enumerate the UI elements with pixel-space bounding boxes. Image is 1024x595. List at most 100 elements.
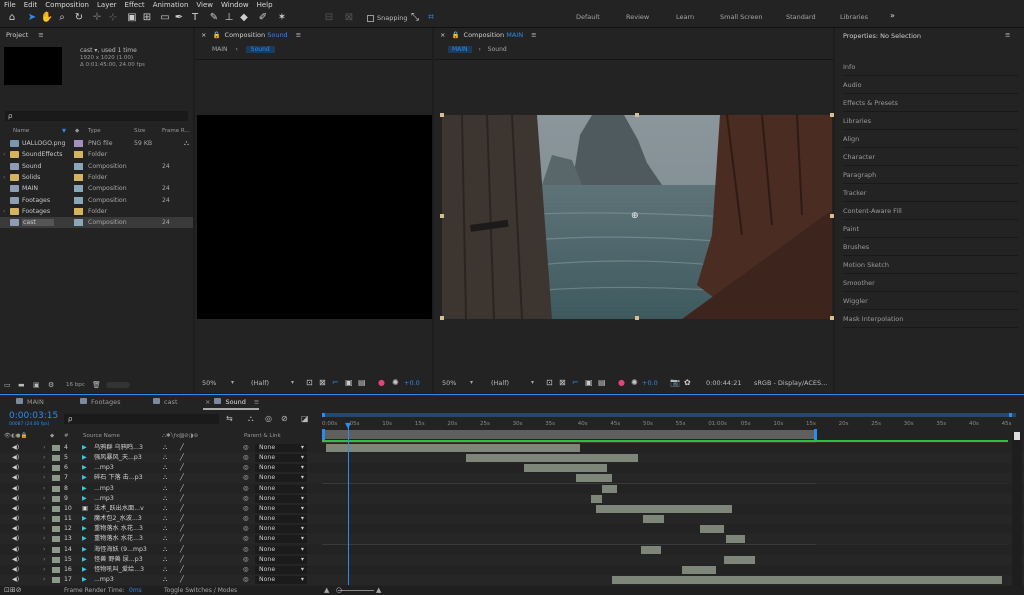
workspace-small-screen[interactable]: Small Screen xyxy=(720,13,762,21)
graph-editor-icon[interactable]: ◪ xyxy=(301,414,309,423)
anchor-tool-icon[interactable]: ✛ xyxy=(90,11,104,25)
label-swatch[interactable] xyxy=(52,475,60,482)
zoom-dropdown[interactable]: 50% xyxy=(202,379,216,387)
menu-item-effect[interactable]: Effect xyxy=(125,1,145,9)
orbit-tool-icon[interactable]: ⊞ xyxy=(140,11,154,25)
color-management-dropdown[interactable]: sRGB - Display/ACES... xyxy=(754,379,827,387)
comp-tab-name[interactable]: MAIN xyxy=(506,31,523,39)
property-libraries[interactable]: Libraries xyxy=(843,113,1018,130)
lock-icon[interactable]: 🔒 xyxy=(212,31,220,39)
mask-icon[interactable]: ⌐ xyxy=(572,378,579,387)
mask-icon[interactable]: ⌐ xyxy=(332,378,339,387)
expand-icon[interactable]: › xyxy=(43,473,45,483)
project-row[interactable]: UALLOGO.png PNG file 59 KB xyxy=(0,138,193,149)
new-comp-icon[interactable]: ▣ xyxy=(33,381,40,389)
layer-row[interactable]: ◀) › 16 ▶ 怪物吼叫_爱给...3 ⛬ ╱ ◎ None ▾ xyxy=(0,564,1024,575)
property-motion-sketch[interactable]: Motion Sketch xyxy=(843,257,1018,274)
snapshot-icon[interactable]: 📷 xyxy=(670,378,680,387)
pickwhip-icon[interactable]: ◎ xyxy=(243,565,248,575)
layer-row[interactable]: ◀) › 13 ▶ 重物落水 水花...3 ⛬ ╱ ◎ None ▾ xyxy=(0,534,1024,545)
close-icon[interactable]: × xyxy=(440,31,445,39)
pickwhip-icon[interactable]: ◎ xyxy=(243,494,248,504)
speaker-icon[interactable]: ◀) xyxy=(12,443,19,453)
label-swatch[interactable] xyxy=(74,173,83,181)
zoom-dropdown[interactable]: 50% xyxy=(442,379,456,387)
layer-duration-bar[interactable] xyxy=(466,454,638,463)
timeline-zoom-slider[interactable] xyxy=(338,590,374,591)
property-content-aware-fill[interactable]: Content-Aware Fill xyxy=(843,203,1018,220)
comp-tab-name[interactable]: Sound xyxy=(267,31,287,39)
speaker-icon[interactable]: ◀) xyxy=(12,484,19,494)
parent-dropdown[interactable]: None ▾ xyxy=(255,454,307,463)
parent-dropdown[interactable]: None ▾ xyxy=(255,535,307,544)
label-swatch[interactable] xyxy=(74,162,83,170)
layer-duration-bar[interactable] xyxy=(643,515,664,524)
column-type[interactable]: Type xyxy=(88,128,101,134)
color-channel-icon[interactable]: ● xyxy=(378,378,385,387)
menu-item-edit[interactable]: Edit xyxy=(24,1,38,9)
pickwhip-icon[interactable]: ◎ xyxy=(243,534,248,544)
layer-name[interactable]: ...mp3 xyxy=(94,494,114,504)
panel-menu-icon[interactable]: ≡ xyxy=(296,31,301,39)
project-menu-icon[interactable]: ≡ xyxy=(38,31,43,39)
property-mask-interpolation[interactable]: Mask Interpolation xyxy=(843,311,1018,328)
menu-item-file[interactable]: File xyxy=(4,1,16,9)
panel-menu-icon[interactable]: ≡ xyxy=(1005,31,1010,39)
layer-row[interactable]: ◀) › 4 ▶ 乌鸦群 乌鸦鸣...3 ⛬ ╱ ◎ None ▾ xyxy=(0,443,1024,453)
property-effects-presets[interactable]: Effects & Presets xyxy=(843,95,1018,112)
label-swatch[interactable] xyxy=(52,455,60,462)
frame-blending-icon[interactable]: ⊘ xyxy=(281,414,288,423)
pen-tool-icon[interactable]: ✒ xyxy=(172,11,186,25)
panel-menu-icon[interactable]: ≡ xyxy=(254,398,259,406)
menu-item-view[interactable]: View xyxy=(196,1,213,9)
property-info[interactable]: Info xyxy=(843,59,1018,76)
label-swatch[interactable] xyxy=(52,556,60,563)
label-swatch[interactable] xyxy=(52,445,60,451)
selection-tool-icon[interactable]: ➤ xyxy=(25,11,39,25)
layer-duration-bar[interactable] xyxy=(612,575,1002,584)
layer-name[interactable]: 法术_跃出水面...v xyxy=(94,504,144,514)
column-name[interactable]: Name xyxy=(13,128,29,134)
layer-duration-bar[interactable] xyxy=(523,464,607,473)
layer-row[interactable]: ◀) › 17 ▶ ...mp3 ⛬ ╱ ◎ None ▾ xyxy=(0,574,1024,585)
quality-icon[interactable]: ╱ xyxy=(180,453,184,463)
work-area-end[interactable] xyxy=(814,429,817,440)
sort-icon[interactable]: ▾ xyxy=(62,126,66,135)
parent-dropdown[interactable]: None ▾ xyxy=(255,444,307,452)
pickwhip-icon[interactable]: ◎ xyxy=(243,453,248,463)
quality-icon[interactable]: ╱ xyxy=(180,575,184,585)
layer-duration-bar[interactable] xyxy=(591,494,602,503)
expand-icon[interactable]: › xyxy=(43,575,45,585)
pickwhip-icon[interactable]: ◎ xyxy=(243,463,248,473)
expand-icon[interactable]: › xyxy=(3,151,5,158)
shy-icon[interactable]: ⛬ xyxy=(163,524,167,534)
clone-stamp-icon[interactable]: ⊥ xyxy=(222,11,236,25)
quality-icon[interactable]: ╱ xyxy=(180,494,184,504)
align-icon[interactable]: ⊟ xyxy=(322,11,336,25)
layer-row[interactable]: ◀) › 6 ▶ ...mp3 ⛬ ╱ ◎ None ▾ xyxy=(0,463,1024,474)
quality-icon[interactable]: ╱ xyxy=(180,504,184,514)
comp-viewer-sound[interactable] xyxy=(197,115,432,319)
flowchart-icon[interactable]: ⛬ xyxy=(184,139,189,148)
parent-dropdown[interactable]: None ▾ xyxy=(255,504,307,513)
speaker-icon[interactable]: ◀) xyxy=(12,555,19,565)
expand-icon[interactable]: › xyxy=(43,524,45,534)
label-swatch[interactable] xyxy=(74,151,83,159)
parent-dropdown[interactable]: None ▾ xyxy=(255,575,307,584)
roto-brush-icon[interactable]: ✐ xyxy=(256,11,270,25)
column-size[interactable]: Size xyxy=(134,128,145,134)
quality-icon[interactable]: ╱ xyxy=(180,514,184,524)
layer-duration-bar[interactable] xyxy=(723,555,755,564)
expand-icon[interactable]: › xyxy=(43,565,45,575)
eraser-tool-icon[interactable]: ◆ xyxy=(237,11,251,25)
property-audio[interactable]: Audio xyxy=(843,77,1018,94)
workspace-libraries[interactable]: Libraries xyxy=(840,13,868,21)
speaker-icon[interactable]: ◀) xyxy=(12,575,19,585)
column-parent[interactable]: Parent & Link xyxy=(244,433,281,439)
transparency-grid-icon[interactable]: ⊠ xyxy=(319,378,326,387)
shy-icon[interactable]: ⛬ xyxy=(163,443,167,453)
pan-behind-icon[interactable]: ⊹ xyxy=(106,11,120,25)
layer-row[interactable]: ◀) › 9 ▶ ...mp3 ⛬ ╱ ◎ None ▾ xyxy=(0,493,1024,504)
anchor-point-icon[interactable]: ⊕ xyxy=(631,211,639,221)
project-search-input[interactable]: ρ xyxy=(5,111,188,121)
